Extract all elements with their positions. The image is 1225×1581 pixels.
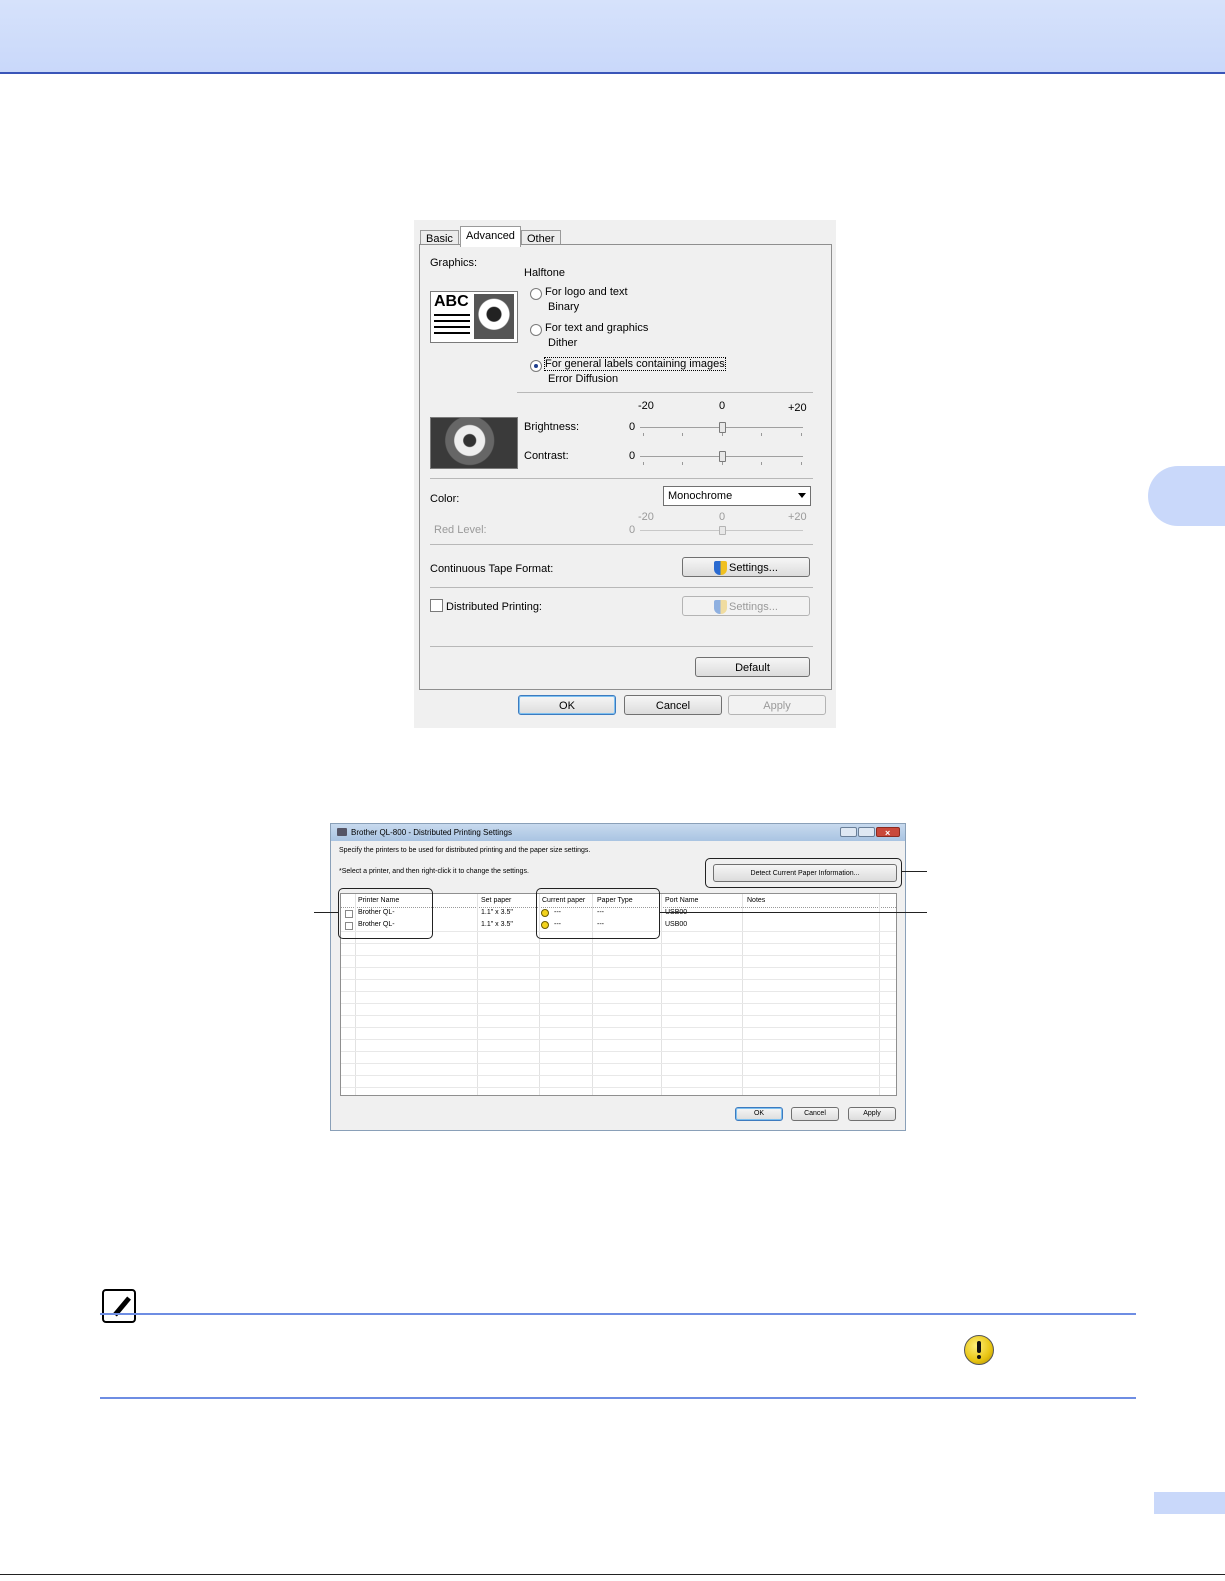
set-paper-cell: 1.1" x 3.5" <box>481 909 513 916</box>
chapter-tab <box>1148 466 1225 526</box>
close-button[interactable]: × <box>876 827 900 838</box>
maximize-button[interactable] <box>858 827 875 837</box>
warning-icon <box>964 1335 994 1365</box>
ok-button[interactable]: OK <box>518 695 616 715</box>
option-general-labels-sub: Error Diffusion <box>548 373 619 385</box>
preview-text: ABC <box>434 293 469 310</box>
radio-general-labels[interactable] <box>530 360 542 372</box>
advanced-settings-dialog: Basic Advanced Other Graphics: Halftone … <box>414 220 836 728</box>
note-divider-top <box>100 1313 1136 1315</box>
tab-advanced[interactable]: Advanced <box>460 226 521 247</box>
divider <box>430 646 813 647</box>
continuous-tape-label: Continuous Tape Format: <box>430 563 554 575</box>
halftone-preview-image: ABC <box>430 291 518 343</box>
brightness-label: Brightness: <box>524 421 580 433</box>
close-icon: × <box>885 828 891 838</box>
halftone-label: Halftone <box>524 267 565 279</box>
graphics-label: Graphics: <box>430 257 478 269</box>
distributed-printing-checkbox[interactable] <box>430 599 443 612</box>
option-logo-text-label: For logo and text <box>545 286 628 298</box>
option-general-labels-label: For general labels containing images <box>544 357 726 371</box>
col-notes[interactable]: Notes <box>747 897 765 904</box>
shield-icon <box>714 561 728 576</box>
distributed-settings-button: Settings... <box>682 596 810 616</box>
continuous-tape-settings-button[interactable]: Settings... <box>682 557 810 577</box>
divider <box>430 478 813 479</box>
red-scale-mid-label: 0 <box>719 511 726 523</box>
port-name-cell: USB00 <box>665 921 688 928</box>
red-scale-max-label: +20 <box>788 511 807 523</box>
callout-line <box>659 912 927 913</box>
ok-button[interactable]: OK <box>735 1107 783 1121</box>
scale-max-label: +20 <box>788 402 807 414</box>
apply-button: Apply <box>728 695 826 715</box>
note-icon <box>102 1289 136 1323</box>
distributed-printing-label: Distributed Printing: <box>446 601 542 613</box>
color-label: Color: <box>430 493 460 505</box>
instruction-text-2: *Select a printer, and then right-click … <box>339 868 529 875</box>
divider <box>517 392 813 393</box>
brightness-preview-image <box>430 417 518 469</box>
radio-logo-text[interactable] <box>530 288 542 300</box>
scale-mid-label: 0 <box>719 400 726 412</box>
color-select-value: Monochrome <box>668 490 733 502</box>
chevron-down-icon <box>798 493 806 498</box>
option-text-graphics-label: For text and graphics <box>545 322 649 334</box>
note-divider-bottom <box>100 1397 1136 1399</box>
printer-icon <box>337 828 347 836</box>
apply-button[interactable]: Apply <box>848 1107 896 1121</box>
contrast-label: Contrast: <box>524 450 569 462</box>
divider <box>430 587 813 588</box>
page-header-band <box>0 0 1225 74</box>
shield-icon <box>714 600 728 615</box>
contrast-value: 0 <box>629 450 636 462</box>
col-port-name[interactable]: Port Name <box>665 897 698 904</box>
continuous-tape-settings-label: Settings... <box>729 562 778 574</box>
brightness-slider-thumb[interactable] <box>719 422 726 433</box>
highlight-detect-button <box>705 858 902 888</box>
option-text-graphics-sub: Dither <box>548 337 578 349</box>
minimize-button[interactable] <box>840 827 857 837</box>
cancel-button[interactable]: Cancel <box>624 695 722 715</box>
brightness-value: 0 <box>629 421 636 433</box>
sunflower-icon <box>474 294 514 339</box>
set-paper-cell: 1.1" x 3.5" <box>481 921 513 928</box>
callout-line <box>901 871 927 872</box>
callout-line <box>314 912 338 913</box>
option-logo-text-sub: Binary <box>548 301 580 313</box>
distributed-settings-label: Settings... <box>729 601 778 613</box>
scale-min-label: -20 <box>638 400 654 412</box>
divider <box>430 544 813 545</box>
red-level-slider-thumb <box>719 526 726 535</box>
highlight-printer-name <box>338 888 433 939</box>
instruction-text-1: Specify the printers to be used for dist… <box>339 847 591 854</box>
radio-text-graphics[interactable] <box>530 324 542 336</box>
cancel-button[interactable]: Cancel <box>791 1107 839 1121</box>
highlight-current-paper <box>536 888 660 939</box>
page-number-tab <box>1154 1492 1225 1514</box>
red-scale-min-label: -20 <box>638 511 654 523</box>
red-level-value: 0 <box>629 524 636 536</box>
advanced-panel: Graphics: Halftone ABC For logo and text… <box>419 244 832 690</box>
default-button[interactable]: Default <box>695 657 810 677</box>
red-level-label: Red Level: <box>434 524 487 536</box>
contrast-slider-thumb[interactable] <box>719 451 726 462</box>
footer-rule <box>0 1574 1225 1575</box>
col-set-paper[interactable]: Set paper <box>481 897 511 904</box>
dialog-title: Brother QL-800 - Distributed Printing Se… <box>351 828 512 837</box>
color-select[interactable]: Monochrome <box>663 486 811 506</box>
title-bar: Brother QL-800 - Distributed Printing Se… <box>331 824 905 841</box>
